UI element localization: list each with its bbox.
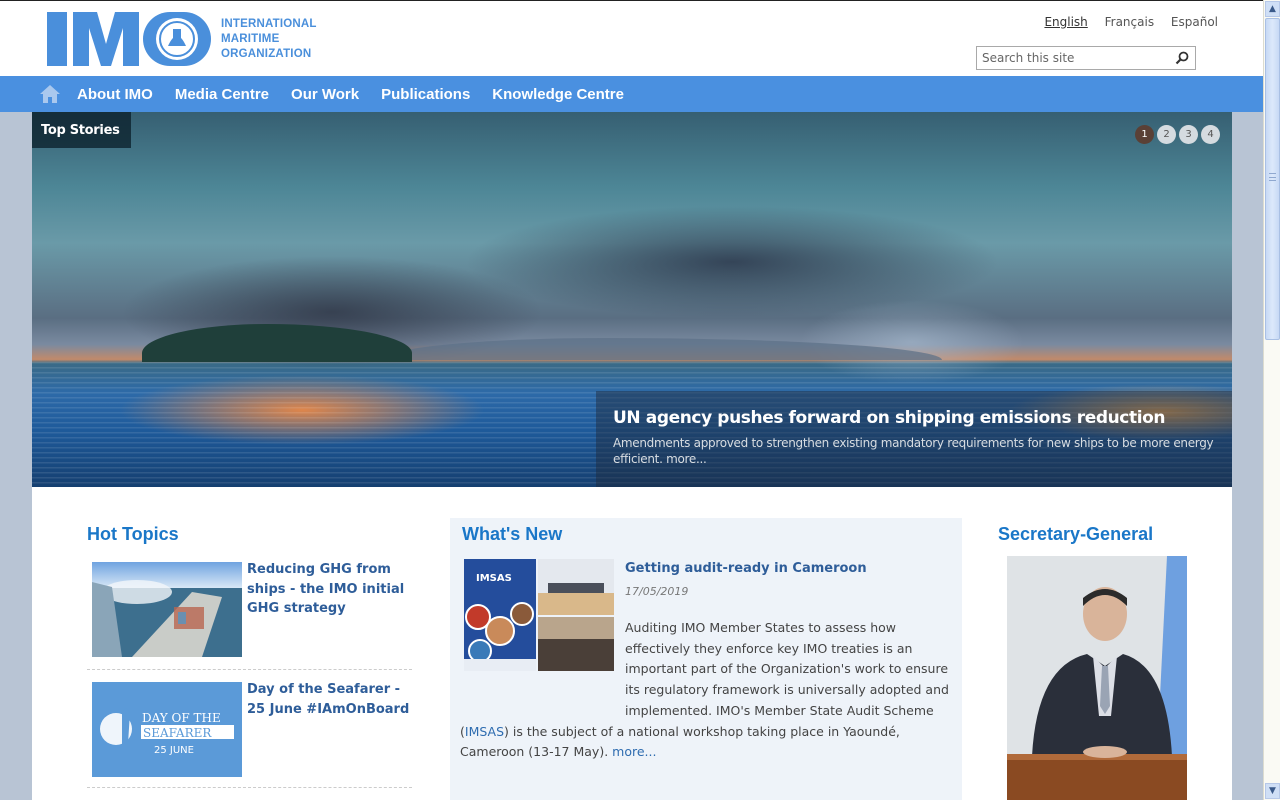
site-search <box>976 46 1196 70</box>
nav-menu: About IMO Media Centre Our Work Publicat… <box>77 76 646 112</box>
carousel-page-1[interactable]: 1 <box>1135 125 1154 144</box>
whats-new-heading: What's New <box>462 524 563 544</box>
whats-new-section: What's New IMSAS Getting audit-ready in … <box>450 518 962 800</box>
seafarer-image-line2: SEAFARER <box>143 726 212 740</box>
news-body-text-2: ) is the subject of a national workshop … <box>460 723 900 760</box>
carousel-page-4[interactable]: 4 <box>1201 125 1220 144</box>
scroll-down-icon[interactable]: ▼ <box>1265 783 1280 799</box>
story-caption: UN agency pushes forward on shipping emi… <box>596 391 1232 487</box>
hot-topic-item[interactable]: DAY OF THE SEAFARER 25 JUNE Day of the S… <box>87 670 412 788</box>
hot-topic-title[interactable]: Reducing GHG from ships - the IMO initia… <box>247 560 412 619</box>
language-switcher: English Français Español <box>1031 15 1218 29</box>
hot-topic-item[interactable]: Reducing GHG from ships - the IMO initia… <box>87 562 412 670</box>
hot-topics-heading: Hot Topics <box>87 524 179 544</box>
news-date: 17/05/2019 <box>625 585 689 598</box>
top-stories-label: Top Stories <box>32 112 131 148</box>
hot-topic-title[interactable]: Day of the Seafarer - 25 June #IAmOnBoar… <box>247 680 412 719</box>
hero-image-mountains <box>382 338 942 360</box>
news-body: Auditing IMO Member States to assess how… <box>460 618 952 763</box>
nav-item-knowledge-centre[interactable]: Knowledge Centre <box>492 76 624 112</box>
nav-item-about-imo[interactable]: About IMO <box>77 76 153 112</box>
top-stories-carousel[interactable]: Top Stories 1 2 3 4 UN agency pushes for… <box>32 112 1232 487</box>
secretary-general-heading: Secretary-General <box>998 524 1154 544</box>
seafarer-image-line3: 25 JUNE <box>154 745 194 756</box>
container-ship-image[interactable] <box>92 562 242 657</box>
main-navigation: About IMO Media Centre Our Work Publicat… <box>0 76 1263 112</box>
news-title[interactable]: Getting audit-ready in Cameroon <box>625 561 867 576</box>
scrollbar-thumb[interactable] <box>1265 18 1280 340</box>
carousel-page-2[interactable]: 2 <box>1157 125 1176 144</box>
seafarer-image-line1: DAY OF THE <box>142 711 221 725</box>
scroll-up-icon[interactable]: ▲ <box>1265 1 1280 17</box>
story-title[interactable]: UN agency pushes forward on shipping emi… <box>613 408 1232 428</box>
imo-logo-mark <box>47 12 211 66</box>
page-scrollbar[interactable]: ▲ ▼ <box>1263 0 1280 800</box>
language-english[interactable]: English <box>1044 15 1087 29</box>
hero-image-island <box>142 324 412 362</box>
language-francais[interactable]: Français <box>1105 15 1154 29</box>
grip-icon <box>1269 173 1276 181</box>
home-content: Hot Topics Reducing GHG from ships - the… <box>32 487 1232 800</box>
org-name: INTERNATIONAL MARITIME ORGANIZATION <box>221 18 317 60</box>
home-icon[interactable] <box>39 84 61 104</box>
nav-item-our-work[interactable]: Our Work <box>291 76 359 112</box>
search-input[interactable] <box>977 47 1167 69</box>
search-icon[interactable] <box>1175 51 1189 65</box>
secretary-general-photo[interactable] <box>1007 556 1187 800</box>
carousel-page-3[interactable]: 3 <box>1179 125 1198 144</box>
imsas-image-text: IMSAS <box>476 573 512 584</box>
news-more-link[interactable]: more... <box>612 744 656 759</box>
site-header: INTERNATIONAL MARITIME ORGANIZATION Engl… <box>0 0 1263 76</box>
nav-item-publications[interactable]: Publications <box>381 76 470 112</box>
language-espanol[interactable]: Español <box>1171 15 1218 29</box>
carousel-pager: 1 2 3 4 <box>1132 125 1220 144</box>
day-of-the-seafarer-image[interactable]: DAY OF THE SEAFARER 25 JUNE <box>92 682 242 777</box>
story-more-link[interactable]: more... <box>666 452 707 466</box>
story-description: Amendments approved to strengthen existi… <box>613 435 1223 467</box>
nav-item-media-centre[interactable]: Media Centre <box>175 76 269 112</box>
imsas-link[interactable]: IMSAS <box>465 724 504 739</box>
imo-logo[interactable]: INTERNATIONAL MARITIME ORGANIZATION <box>47 10 327 68</box>
